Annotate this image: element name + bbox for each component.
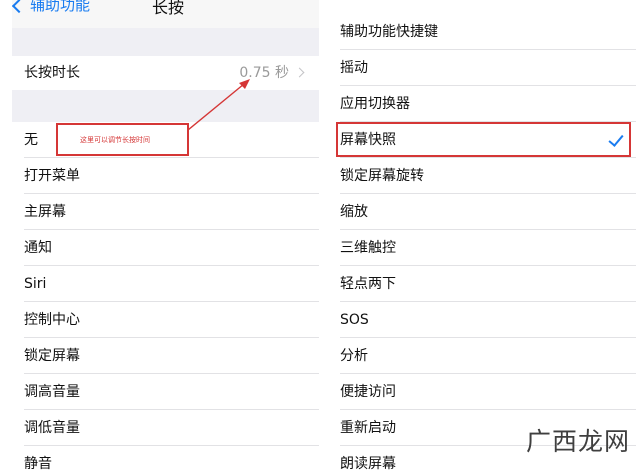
arrow-line <box>187 83 245 131</box>
annotation-arrow <box>187 79 250 131</box>
selected-item-highlight-box <box>336 122 631 157</box>
watermark: 广西龙网 <box>526 422 630 458</box>
watermark-text: 广西龙网 <box>525 427 630 456</box>
